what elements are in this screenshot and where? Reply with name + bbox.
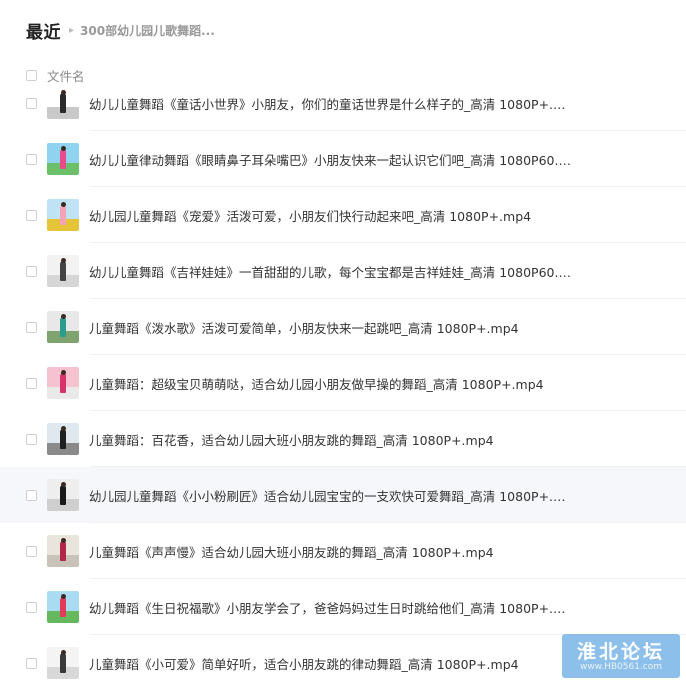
file-checkbox[interactable] bbox=[26, 265, 37, 277]
file-row[interactable]: 幼儿园儿童舞蹈《宠爱》活泼可爱，小朋友们快行动起来吧_高清 1080P+.mp4 bbox=[0, 187, 686, 243]
video-thumbnail[interactable] bbox=[47, 479, 79, 511]
thumbnail-dancer bbox=[60, 597, 66, 617]
file-name[interactable]: 儿童舞蹈：百花香，适合幼儿园大班小朋友跳的舞蹈_高清 1080P+.mp4 bbox=[89, 430, 494, 449]
thumbnail-dancer bbox=[60, 429, 66, 449]
file-name[interactable]: 儿童舞蹈：超级宝贝萌萌哒，适合幼儿园小朋友做早操的舞蹈_高清 1080P+.mp… bbox=[89, 374, 544, 393]
file-name[interactable]: 幼儿儿童舞蹈《吉祥娃娃》一首甜甜的儿歌，每个宝宝都是吉祥娃娃_高清 1080P6… bbox=[89, 262, 571, 281]
thumbnail-dancer-head bbox=[60, 146, 66, 151]
video-thumbnail[interactable] bbox=[47, 87, 79, 119]
video-thumbnail[interactable] bbox=[47, 311, 79, 343]
thumbnail-dancer-head bbox=[60, 258, 66, 263]
page-title: 最近 bbox=[26, 22, 61, 43]
file-row[interactable]: 儿童舞蹈《声声慢》适合幼儿园大班小朋友跳的舞蹈_高清 1080P+.mp4 bbox=[0, 523, 686, 579]
file-row[interactable]: 幼儿儿童律动舞蹈《眼睛鼻子耳朵嘴巴》小朋友快来一起认识它们吧_高清 1080P6… bbox=[0, 131, 686, 187]
file-row[interactable]: 儿童舞蹈：百花香，适合幼儿园大班小朋友跳的舞蹈_高清 1080P+.mp4 bbox=[0, 411, 686, 467]
file-row[interactable]: 儿童舞蹈：超级宝贝萌萌哒，适合幼儿园小朋友做早操的舞蹈_高清 1080P+.mp… bbox=[0, 355, 686, 411]
thumbnail-dancer-head bbox=[60, 538, 66, 543]
file-row[interactable]: 儿童舞蹈《泼水歌》活泼可爱简单，小朋友快来一起跳吧_高清 1080P+.mp4 bbox=[0, 299, 686, 355]
file-name[interactable]: 幼儿园儿童舞蹈《小小粉刷匠》适合幼儿园宝宝的一支欢快可爱舞蹈_高清 1080P+… bbox=[89, 486, 566, 505]
file-checkbox[interactable] bbox=[26, 321, 37, 333]
thumbnail-dancer bbox=[60, 93, 66, 113]
file-checkbox[interactable] bbox=[26, 601, 37, 613]
file-checkbox[interactable] bbox=[26, 433, 37, 445]
video-thumbnail[interactable] bbox=[47, 199, 79, 231]
thumbnail-dancer bbox=[60, 653, 66, 673]
file-checkbox[interactable] bbox=[26, 209, 37, 221]
thumbnail-dancer-head bbox=[60, 314, 66, 319]
thumbnail-dancer-head bbox=[60, 90, 66, 95]
thumbnail-dancer-head bbox=[60, 370, 66, 375]
file-name[interactable]: 儿童舞蹈《声声慢》适合幼儿园大班小朋友跳的舞蹈_高清 1080P+.mp4 bbox=[89, 542, 494, 561]
video-thumbnail[interactable] bbox=[47, 591, 79, 623]
file-row[interactable]: 幼儿舞蹈《生日祝福歌》小朋友学会了，爸爸妈妈过生日时跳给他们_高清 1080P+… bbox=[0, 579, 686, 635]
file-checkbox[interactable] bbox=[26, 97, 37, 109]
thumbnail-dancer bbox=[60, 261, 66, 281]
file-checkbox[interactable] bbox=[26, 489, 37, 501]
video-thumbnail[interactable] bbox=[47, 647, 79, 679]
thumbnail-dancer-head bbox=[60, 650, 66, 655]
thumbnail-dancer bbox=[60, 149, 66, 169]
file-name[interactable]: 幼儿园儿童舞蹈《宠爱》活泼可爱，小朋友们快行动起来吧_高清 1080P+.mp4 bbox=[89, 206, 531, 225]
thumbnail-dancer-head bbox=[60, 482, 66, 487]
file-row[interactable]: 幼儿园儿童舞蹈《小小粉刷匠》适合幼儿园宝宝的一支欢快可爱舞蹈_高清 1080P+… bbox=[0, 467, 686, 523]
file-name[interactable]: 幼儿儿童律动舞蹈《眼睛鼻子耳朵嘴巴》小朋友快来一起认识它们吧_高清 1080P6… bbox=[89, 150, 571, 169]
thumbnail-dancer-head bbox=[60, 202, 66, 207]
page-header: 最近 ▸ 300部幼儿园儿歌舞蹈... bbox=[26, 16, 215, 44]
thumbnail-dancer bbox=[60, 485, 66, 505]
file-row[interactable]: 幼儿儿童舞蹈《童话小世界》小朋友，你们的童话世界是什么样子的_高清 1080P+… bbox=[0, 75, 686, 131]
file-checkbox[interactable] bbox=[26, 153, 37, 165]
file-checkbox[interactable] bbox=[26, 377, 37, 389]
thumbnail-dancer-head bbox=[60, 426, 66, 431]
watermark-logo: 淮北论坛 www.HB0561.com bbox=[562, 634, 680, 678]
video-thumbnail[interactable] bbox=[47, 423, 79, 455]
file-row[interactable]: 幼儿儿童舞蹈《吉祥娃娃》一首甜甜的儿歌，每个宝宝都是吉祥娃娃_高清 1080P6… bbox=[0, 243, 686, 299]
watermark-text: 淮北论坛 bbox=[576, 641, 665, 663]
watermark-url: www.HB0561.com bbox=[579, 662, 663, 672]
breadcrumb-separator-icon: ▸ bbox=[69, 24, 75, 36]
file-checkbox[interactable] bbox=[26, 545, 37, 557]
thumbnail-dancer bbox=[60, 373, 66, 393]
video-thumbnail[interactable] bbox=[47, 255, 79, 287]
file-name[interactable]: 儿童舞蹈《小可爱》简单好听，适合小朋友跳的律动舞蹈_高清 1080P+.mp4 bbox=[89, 654, 519, 673]
thumbnail-dancer bbox=[60, 317, 66, 337]
file-checkbox[interactable] bbox=[26, 657, 37, 669]
video-thumbnail[interactable] bbox=[47, 367, 79, 399]
video-thumbnail[interactable] bbox=[47, 535, 79, 567]
file-name[interactable]: 幼儿舞蹈《生日祝福歌》小朋友学会了，爸爸妈妈过生日时跳给他们_高清 1080P+… bbox=[89, 598, 566, 617]
breadcrumb-folder[interactable]: 300部幼儿园儿歌舞蹈... bbox=[80, 22, 215, 39]
thumbnail-dancer bbox=[60, 541, 66, 561]
file-name[interactable]: 幼儿儿童舞蹈《童话小世界》小朋友，你们的童话世界是什么样子的_高清 1080P+… bbox=[89, 94, 566, 113]
file-name[interactable]: 儿童舞蹈《泼水歌》活泼可爱简单，小朋友快来一起跳吧_高清 1080P+.mp4 bbox=[89, 318, 519, 337]
video-thumbnail[interactable] bbox=[47, 143, 79, 175]
thumbnail-dancer-head bbox=[60, 594, 66, 599]
thumbnail-dancer bbox=[60, 205, 66, 225]
